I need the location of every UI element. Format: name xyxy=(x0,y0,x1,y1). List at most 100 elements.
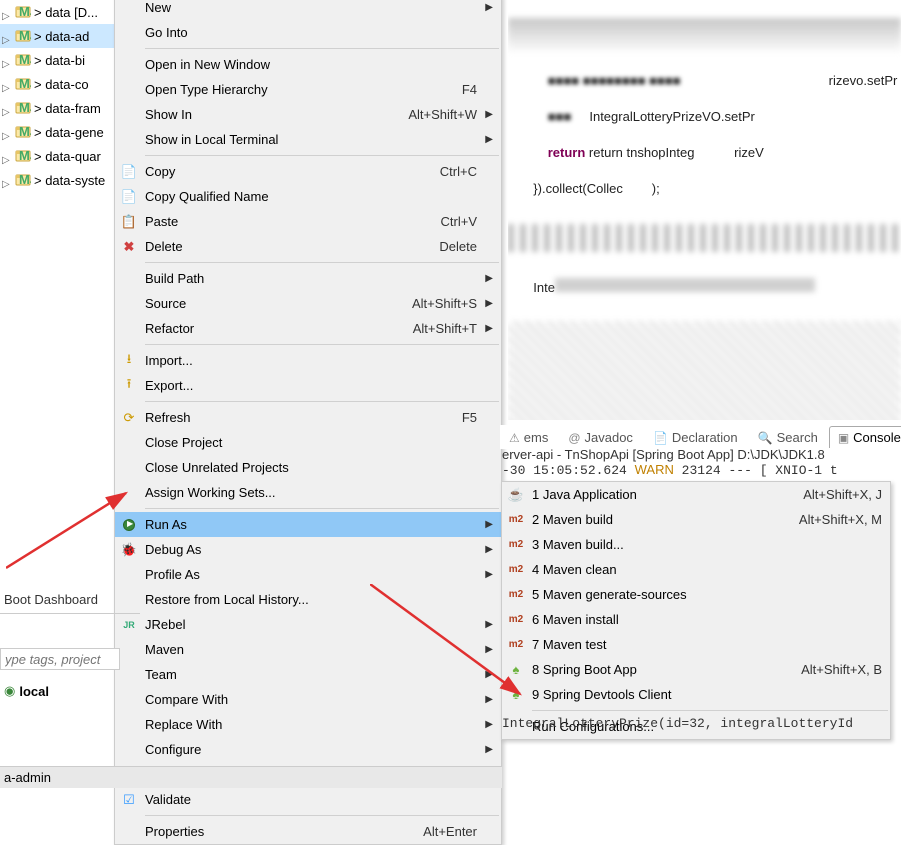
console-log-line: -30 15:05:52.624 WARN 23124 --- [ XNIO-1… xyxy=(502,462,901,478)
menu-copy-qualified-name[interactable]: 📄Copy Qualified Name xyxy=(115,184,501,209)
menu-profile-as[interactable]: Profile As▶ xyxy=(115,562,501,587)
submenu-arrow-icon: ▶ xyxy=(483,2,493,13)
blank-icon xyxy=(119,132,139,148)
submenu-arrow-icon: ▶ xyxy=(483,644,493,655)
svg-text:MJ: MJ xyxy=(19,52,31,67)
runas-maven-build[interactable]: m22 Maven buildAlt+Shift+X, M xyxy=(502,507,890,532)
spring-icon: ♠ xyxy=(506,662,526,678)
tab-search[interactable]: 🔍Search xyxy=(749,426,827,448)
menu-show-in-local-terminal[interactable]: Show in Local Terminal▶ xyxy=(115,127,501,152)
menu-paste[interactable]: 📋PasteCtrl+V xyxy=(115,209,501,234)
runas-java-application[interactable]: ☕1 Java ApplicationAlt+Shift+X, J xyxy=(502,482,890,507)
blank-icon xyxy=(119,321,139,337)
runas-spring-boot-app[interactable]: ♠8 Spring Boot AppAlt+Shift+X, B xyxy=(502,657,890,682)
menu-assign-working-sets-[interactable]: Assign Working Sets... xyxy=(115,480,501,505)
tree-item-data-syste[interactable]: MJ> data-syste xyxy=(0,168,115,192)
expand-icon[interactable] xyxy=(2,79,12,89)
project-tree: MJ> data [D...MJ> data-adMJ> data-biMJ> … xyxy=(0,0,115,192)
runas-maven-build-[interactable]: m23 Maven build... xyxy=(502,532,890,557)
submenu-arrow-icon: ▶ xyxy=(483,323,493,334)
boot-dashboard: Boot Dashboard ◉ local xyxy=(0,585,140,704)
dashboard-filter-input[interactable] xyxy=(0,648,120,670)
expand-icon[interactable] xyxy=(2,55,12,65)
project-icon: MJ xyxy=(15,124,31,140)
local-item[interactable]: ◉ local xyxy=(0,678,140,704)
menu-close-unrelated-projects[interactable]: Close Unrelated Projects xyxy=(115,455,501,480)
menu-import-[interactable]: ⭳Import... xyxy=(115,348,501,373)
expand-icon[interactable] xyxy=(2,7,12,17)
tab-ems[interactable]: ⚠ems xyxy=(500,426,557,448)
runas-maven-install[interactable]: m26 Maven install xyxy=(502,607,890,632)
run-as-submenu: ☕1 Java ApplicationAlt+Shift+X, Jm22 Mav… xyxy=(501,481,891,740)
svg-text:MJ: MJ xyxy=(19,148,31,163)
blank-icon xyxy=(119,717,139,733)
console-title: erver-api - TnShopApi [Spring Boot App] … xyxy=(502,447,901,462)
menu-source[interactable]: SourceAlt+Shift+S▶ xyxy=(115,291,501,316)
project-icon: MJ xyxy=(15,172,31,188)
run-icon: ▶ xyxy=(119,517,139,533)
menu-run-as[interactable]: ▶Run As▶ xyxy=(115,512,501,537)
tree-item-data-bi[interactable]: MJ> data-bi xyxy=(0,48,115,72)
menu-close-project[interactable]: Close Project xyxy=(115,430,501,455)
project-icon: MJ xyxy=(15,100,31,116)
project-icon: MJ xyxy=(15,76,31,92)
menu-jrebel[interactable]: JRJRebel▶ xyxy=(115,612,501,637)
menu-properties[interactable]: PropertiesAlt+Enter xyxy=(115,819,501,844)
expand-icon[interactable] xyxy=(2,151,12,161)
menu-open-type-hierarchy[interactable]: Open Type HierarchyF4 xyxy=(115,77,501,102)
menu-show-in[interactable]: Show InAlt+Shift+W▶ xyxy=(115,102,501,127)
svg-text:MJ: MJ xyxy=(19,172,31,187)
blank-icon xyxy=(119,82,139,98)
submenu-arrow-icon: ▶ xyxy=(483,273,493,284)
m2-icon: m2 xyxy=(506,637,526,653)
menu-refresh[interactable]: ⟳RefreshF5 xyxy=(115,405,501,430)
menu-validate[interactable]: ☑Validate xyxy=(115,787,501,812)
refresh-icon: ⟳ xyxy=(119,410,139,426)
expand-icon[interactable] xyxy=(2,175,12,185)
tree-item-data-ad[interactable]: MJ> data-ad xyxy=(0,24,115,48)
svg-text:MJ: MJ xyxy=(19,100,31,115)
tab-console[interactable]: ▣Console xyxy=(829,426,901,448)
menu-export-[interactable]: ⭱Export... xyxy=(115,373,501,398)
dashboard-title: Boot Dashboard xyxy=(0,585,140,613)
menu-debug-as[interactable]: 🐞Debug As▶ xyxy=(115,537,501,562)
submenu-arrow-icon: ▶ xyxy=(483,719,493,730)
menu-delete[interactable]: ✖DeleteDelete xyxy=(115,234,501,259)
tree-item-data-quar[interactable]: MJ> data-quar xyxy=(0,144,115,168)
blank-icon xyxy=(119,271,139,287)
validate-icon: ☑ xyxy=(119,792,139,808)
m2-icon: m2 xyxy=(506,512,526,528)
tree-item-data-fram[interactable]: MJ> data-fram xyxy=(0,96,115,120)
menu-team[interactable]: Team▶ xyxy=(115,662,501,687)
tree-item-data-co[interactable]: MJ> data-co xyxy=(0,72,115,96)
menu-replace-with[interactable]: Replace With▶ xyxy=(115,712,501,737)
tree-item-data-gene[interactable]: MJ> data-gene xyxy=(0,120,115,144)
blank-icon xyxy=(119,296,139,312)
menu-restore-from-local-history-[interactable]: Restore from Local History... xyxy=(115,587,501,612)
runas-maven-generate-sources[interactable]: m25 Maven generate-sources xyxy=(502,582,890,607)
m2-icon: m2 xyxy=(506,612,526,628)
tab-declaration[interactable]: 📄Declaration xyxy=(644,426,747,448)
expand-icon[interactable] xyxy=(2,31,12,41)
menu-copy[interactable]: 📄CopyCtrl+C xyxy=(115,159,501,184)
menu-new[interactable]: New▶ xyxy=(115,0,501,20)
export-icon: ⭱ xyxy=(119,378,139,394)
paste-icon: 📋 xyxy=(119,214,139,230)
status-bar: a-admin xyxy=(0,766,502,788)
menu-compare-with[interactable]: Compare With▶ xyxy=(115,687,501,712)
menu-open-in-new-window[interactable]: Open in New Window xyxy=(115,52,501,77)
expand-icon[interactable] xyxy=(2,103,12,113)
runas-maven-test[interactable]: m27 Maven test xyxy=(502,632,890,657)
runas-maven-clean[interactable]: m24 Maven clean xyxy=(502,557,890,582)
menu-maven[interactable]: Maven▶ xyxy=(115,637,501,662)
blank-icon xyxy=(119,460,139,476)
tree-item-data--D---[interactable]: MJ> data [D... xyxy=(0,0,115,24)
menu-refactor[interactable]: RefactorAlt+Shift+T▶ xyxy=(115,316,501,341)
blank-icon xyxy=(119,107,139,123)
menu-configure[interactable]: Configure▶ xyxy=(115,737,501,762)
menu-go-into[interactable]: Go Into xyxy=(115,20,501,45)
runas-spring-devtools-client[interactable]: ♠9 Spring Devtools Client xyxy=(502,682,890,707)
expand-icon[interactable] xyxy=(2,127,12,137)
menu-build-path[interactable]: Build Path▶ xyxy=(115,266,501,291)
tab-javadoc[interactable]: @Javadoc xyxy=(559,426,642,448)
